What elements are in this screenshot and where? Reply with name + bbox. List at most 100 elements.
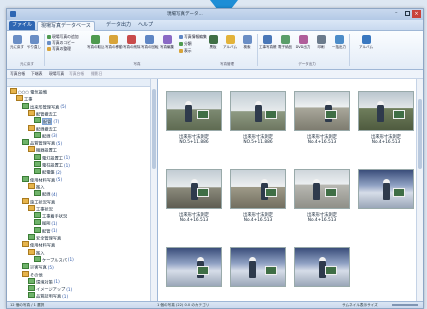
scroll-thumb[interactable] (418, 99, 422, 169)
photo-thumbnail[interactable] (230, 247, 286, 287)
photo-thumbnail[interactable] (294, 91, 350, 131)
photo-ledger-button[interactable]: 工事写真帳 (259, 33, 277, 49)
tab-help[interactable]: ヘルプ (135, 21, 156, 30)
measuring-board (265, 110, 277, 119)
category-button[interactable]: 分類 (179, 41, 192, 46)
photo-thumbnail[interactable] (358, 169, 414, 209)
photo-card[interactable]: 出来形寸法測定 No.4+16.513 (358, 83, 414, 157)
rotate-photo-button[interactable]: 写真の回転 (141, 33, 159, 49)
tree-item-label: 配電盤 (42, 169, 55, 175)
scroll-thumb[interactable] (152, 89, 156, 169)
helmet-icon (319, 257, 326, 261)
batch-icon (334, 35, 344, 44)
search-icon (242, 35, 252, 44)
delete-photo-button[interactable]: 写真の削除 (123, 33, 141, 49)
toolbar-item[interactable]: 写真台帳 (10, 71, 25, 77)
photo-card[interactable] (230, 239, 286, 308)
photo-card[interactable]: 出来形寸法測定 No.4+16.513 (230, 161, 286, 235)
measuring-board (265, 188, 277, 197)
view-button[interactable]: 表示 (179, 48, 192, 53)
photo-thumbnail[interactable] (230, 169, 286, 209)
photo-info-edit-button[interactable]: 写真情報編集 (179, 34, 207, 39)
photo-thumbnail[interactable] (166, 247, 222, 287)
batch-output-button[interactable]: 一括出力 (331, 33, 347, 49)
ribbon-tabs: ファイル 現場写真データベース データ出力 ヘルプ (7, 20, 423, 31)
photo-thumbnail[interactable] (294, 169, 350, 209)
worker-figure (377, 101, 384, 122)
photo-thumbnail[interactable] (166, 169, 222, 209)
tab-file[interactable]: ファイル (9, 21, 36, 30)
undo-button[interactable]: 元に戻す (9, 33, 25, 49)
tab-data-output[interactable]: データ出力 (103, 21, 134, 30)
tree-scrollbar[interactable] (150, 79, 157, 301)
grid-scrollbar[interactable] (416, 79, 423, 301)
tree-item-label: 配線撤去工 (36, 126, 57, 131)
toolbar-item[interactable]: 現場写真 (49, 71, 64, 77)
folder-icon (28, 146, 35, 153)
minimize-button[interactable]: – (395, 11, 401, 17)
photo-card[interactable]: 出来形寸法測定 No.4+16.513 (166, 161, 222, 235)
photo-thumbnail[interactable] (230, 91, 286, 131)
dvd-output-button[interactable]: DVD出力 (295, 33, 311, 49)
category-icon (179, 42, 183, 46)
photo-thumbnail[interactable] (166, 91, 222, 131)
photo-card[interactable] (294, 239, 350, 308)
tree-item-count: (5) (47, 264, 54, 270)
photo-card[interactable] (358, 161, 414, 235)
status-thumb-size: サムネイル表示サイズ (342, 303, 378, 307)
folder-icon (34, 117, 41, 124)
photo-card[interactable]: 出来形寸法測定 NO.5+11.886 (230, 83, 286, 157)
photo-card[interactable]: 出来形寸法測定 NO.5+11.886 (166, 83, 222, 157)
group-label-management: 写真管理 (220, 62, 234, 66)
photo-card[interactable]: 出来形寸法測定 No.4+16.513 (294, 83, 350, 157)
copy-photo-button[interactable]: 写真のコピー (47, 40, 75, 45)
organize-photo-button[interactable]: 写真の整理 (47, 46, 71, 51)
folder-icon (22, 263, 29, 270)
photo-card[interactable]: 出来形寸法測定 No.4+16.513 (294, 161, 350, 235)
folder-icon (28, 109, 35, 116)
tree-item[interactable]: 品質証明写真(1) (28, 292, 68, 300)
folder-icon (34, 190, 41, 197)
album-button[interactable]: アルバム (222, 33, 238, 49)
import-photo-button[interactable]: 写真の取込 (87, 33, 105, 49)
album-output-icon (361, 35, 371, 44)
move-photo-button[interactable]: 写真の移動 (105, 33, 123, 49)
toolbar-item[interactable]: 写真台帳 (69, 71, 84, 77)
helmet-icon (313, 179, 320, 183)
photo-thumbnail[interactable] (358, 91, 414, 131)
redo-button[interactable]: やり直し (26, 33, 42, 49)
toolbar-item[interactable]: 下端表 (31, 71, 42, 77)
move-icon (108, 35, 118, 44)
blackboard-button[interactable]: 黒板 (205, 33, 221, 49)
add-photo-button[interactable]: 現場写真の追加 (47, 34, 79, 39)
maximize-button[interactable] (405, 11, 410, 16)
photo-status-icons (230, 239, 286, 254)
helmet-icon (191, 179, 198, 183)
window-icon (10, 11, 16, 17)
helmet-icon (255, 101, 262, 105)
measuring-board (325, 188, 337, 197)
photo-card[interactable] (166, 239, 222, 308)
photo-thumbnail[interactable] (294, 247, 350, 287)
photo-status-icons (230, 161, 286, 176)
toolbar-item[interactable]: 撮影日 (91, 71, 102, 77)
tree-item-label: 電灯設置工 (42, 155, 63, 161)
search-button[interactable]: 検索 (239, 33, 255, 49)
tree-item-label: 配線 (42, 133, 51, 139)
close-button[interactable]: × (412, 10, 421, 18)
e-delivery-button[interactable]: 電子納品 (277, 33, 293, 49)
photo-status-icons (358, 161, 414, 176)
folder-icon (34, 153, 41, 160)
album-output-button[interactable]: アルバム (355, 33, 377, 49)
measuring-board (197, 110, 209, 119)
album-icon (225, 35, 235, 44)
view-icon (179, 49, 183, 53)
print-button[interactable]: 印刷 (313, 33, 329, 49)
edit-photo-button[interactable]: 写真編集 (159, 33, 175, 49)
zoom-slider[interactable] (392, 304, 418, 306)
add-photo-icon (47, 35, 51, 39)
folder-icon (22, 270, 29, 277)
measuring-board (325, 110, 337, 119)
tab-photo-database[interactable]: 現場写真データベース (37, 21, 95, 31)
folder-icon (16, 95, 23, 102)
